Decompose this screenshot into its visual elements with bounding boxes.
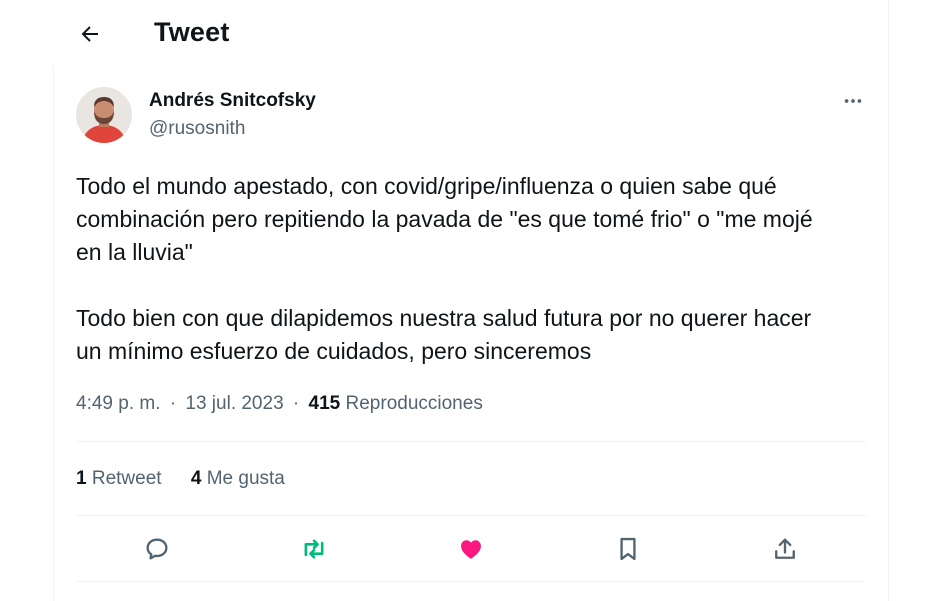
author-handle[interactable]: @rusosnith xyxy=(149,118,245,140)
tweet-time[interactable]: 4:49 p. m. xyxy=(76,393,161,414)
retweets-label: Retweet xyxy=(91,468,162,489)
meta-separator: · xyxy=(169,393,177,414)
likes-count: 4 xyxy=(190,468,202,489)
divider xyxy=(76,515,866,516)
more-options-button[interactable] xyxy=(834,82,872,120)
tweet-actions xyxy=(76,528,866,570)
views-count: 415 xyxy=(308,393,341,414)
divider xyxy=(76,441,866,442)
arrow-left-icon xyxy=(81,26,98,42)
divider xyxy=(76,581,866,582)
tweet-paragraph: Todo el mundo apestado, con covid/gripe/… xyxy=(76,173,813,265)
more-horizontal-icon xyxy=(844,99,862,103)
comment-icon xyxy=(146,538,168,560)
share-button[interactable] xyxy=(764,528,806,570)
heart-icon xyxy=(461,540,481,559)
likes-stat[interactable]: 4 Me gusta xyxy=(191,468,285,489)
bookmark-button[interactable] xyxy=(607,528,649,570)
like-button[interactable] xyxy=(450,528,492,570)
bookmark-icon xyxy=(620,537,636,561)
back-button[interactable] xyxy=(70,14,110,54)
tweet-paragraph: Todo bien con que dilapidemos nuestra sa… xyxy=(76,305,812,364)
meta-separator: · xyxy=(292,393,300,414)
tweet-date[interactable]: 13 jul. 2023 xyxy=(185,393,283,414)
share-icon xyxy=(775,538,795,559)
likes-label: Me gusta xyxy=(206,468,285,489)
engagement-stats: 1 Retweet 4 Me gusta xyxy=(76,468,285,490)
page-title: Tweet xyxy=(154,17,230,47)
tweet-text: Todo el mundo apestado, con covid/gripe/… xyxy=(76,170,876,368)
header: Tweet xyxy=(0,0,888,66)
tweet-meta: 4:49 p. m. · 13 jul. 2023 · 415 Reproduc… xyxy=(76,393,483,415)
retweets-stat[interactable]: 1 Retweet xyxy=(76,468,167,489)
column-border-left xyxy=(53,66,54,601)
retweets-count: 1 xyxy=(76,468,87,489)
retweet-icon xyxy=(304,539,324,559)
column-border-right xyxy=(888,0,889,601)
views-label: Reproducciones xyxy=(345,393,483,414)
avatar-image xyxy=(76,87,132,143)
retweet-button[interactable] xyxy=(293,528,335,570)
author-name[interactable]: Andrés Snitcofsky xyxy=(149,90,316,112)
reply-button[interactable] xyxy=(136,528,178,570)
avatar[interactable] xyxy=(76,87,132,143)
